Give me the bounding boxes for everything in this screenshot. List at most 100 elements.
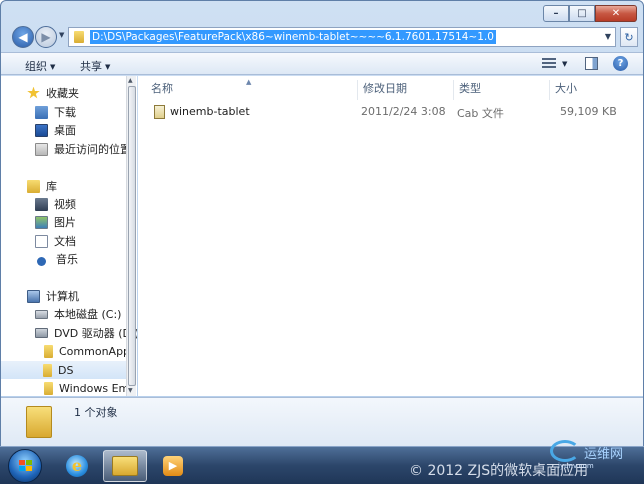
folder-icon [44,381,53,395]
taskbar-explorer[interactable] [103,450,147,482]
nav-label: 桌面 [54,124,76,137]
site-logo: 运维网 iyunv.com [548,440,640,482]
back-arrow-icon: ◀ [18,30,28,44]
help-icon[interactable]: ? [613,56,628,71]
column-size[interactable]: 大小 [550,80,618,100]
nav-item-recent[interactable]: 最近访问的位置 [35,140,131,158]
nav-label: DS [58,363,74,377]
scroll-down-icon[interactable]: ▼ [128,387,133,394]
nav-label: 视频 [54,198,76,211]
nav-item-pictures[interactable]: 图片 [35,213,76,231]
nav-label: 计算机 [46,290,79,303]
nav-computer[interactable]: 计算机 [27,287,79,305]
recent-pages-dropdown[interactable]: ▼ [59,31,64,39]
star-icon [27,86,40,99]
organize-menu[interactable]: 组织 ▼ [25,58,55,74]
folder-icon [112,456,138,476]
nav-item-drive-c[interactable]: 本地磁盘 (C:) [35,305,121,323]
share-label: 共享 [80,60,102,73]
nav-favorites[interactable]: 收藏夹 [27,84,79,102]
address-path[interactable]: D:\DS\Packages\FeaturePack\x86~winemb-ta… [90,30,496,44]
caption-buttons: – □ ✕ [543,5,637,22]
file-list-pane: ▲ 名称 修改日期 类型 大小 winemb-tablet 2011/2/24 … [138,76,643,396]
library-icon [27,179,40,193]
nav-label: 库 [46,180,57,193]
column-name[interactable]: 名称 [146,80,358,100]
nav-label: 图片 [54,216,76,229]
nav-item-download[interactable]: 下载 [35,103,76,121]
maximize-button[interactable]: □ [569,5,595,22]
nav-item-documents[interactable]: 文档 [35,232,76,250]
nav-label: 音乐 [56,253,78,266]
dvd-icon [35,328,48,338]
chevron-down-icon[interactable]: ▼ [605,32,611,41]
file-size: 59,109 KB [560,105,617,118]
preview-pane-icon[interactable] [585,57,598,70]
organize-label: 组织 [25,60,47,73]
file-modified: 2011/2/24 3:08 [361,105,446,118]
nav-label: 最近访问的位置 [54,143,131,156]
nav-label: Windows Emb [59,381,137,395]
share-menu[interactable]: 共享 ▼ [80,58,110,74]
taskbar-internet-explorer[interactable]: e [55,450,99,482]
music-icon [37,256,46,266]
logo-subtext: iyunv.com [558,462,594,470]
minimize-button[interactable]: – [543,5,569,22]
nav-item-windows-emb[interactable]: Windows Emb [44,379,136,396]
video-icon [35,197,48,211]
windows-logo-icon [19,460,32,472]
folder-icon [44,344,53,358]
nav-item-commonappl[interactable]: CommonAppl [44,342,133,360]
nav-label: 收藏夹 [46,87,79,100]
taskbar-media-player[interactable]: ▶ [151,450,195,482]
nav-item-video[interactable]: 视频 [35,195,76,213]
nav-label: 文档 [54,235,76,248]
download-icon [35,105,48,119]
picture-icon [35,215,48,229]
file-type: Cab 文件 [457,107,504,120]
file-name: winemb-tablet [170,105,250,118]
column-modified[interactable]: 修改日期 [358,80,454,100]
scroll-thumb[interactable] [128,86,136,386]
document-icon [35,234,48,248]
folder-icon [26,406,52,438]
nav-item-dvd[interactable]: DVD 驱动器 (D:) [35,324,137,342]
back-button[interactable]: ◀ [12,26,34,48]
nav-scrollbar[interactable]: ▲ ▼ [126,76,136,396]
command-bar: 组织 ▼ 共享 ▼ ▼ ? [1,52,643,75]
column-type[interactable]: 类型 [454,80,550,100]
scroll-up-icon[interactable]: ▲ [128,77,133,84]
item-count: 1 个对象 [74,406,118,419]
start-button[interactable] [8,449,42,483]
logo-ring-icon [550,440,580,462]
address-bar[interactable]: D:\DS\Packages\FeaturePack\x86~winemb-ta… [68,27,616,47]
forward-button[interactable]: ▶ [35,26,57,48]
refresh-icon: ↻ [624,30,634,44]
logo-text: 运维网 [584,447,624,462]
change-view-icon[interactable] [542,58,556,69]
column-header-row: ▲ 名称 修改日期 类型 大小 [138,78,643,100]
nav-label: 本地磁盘 (C:) [54,308,122,321]
recent-places-icon [35,142,48,156]
internet-explorer-icon: e [66,455,88,477]
nav-libraries[interactable]: 库 [27,177,57,195]
forward-arrow-icon: ▶ [41,30,51,44]
nav-item-desktop[interactable]: 桌面 [35,121,76,139]
close-button[interactable]: ✕ [595,5,637,22]
details-pane: 1 个对象 [1,397,643,446]
disk-icon [35,309,48,319]
table-row[interactable]: winemb-tablet 2011/2/24 3:08 Cab 文件 59,1… [148,103,618,121]
nav-label: CommonAppl [59,344,134,358]
nav-item-music[interactable]: 音乐 [35,250,78,268]
nav-item-ds[interactable]: DS [1,361,126,379]
chevron-down-icon[interactable]: ▼ [562,60,567,68]
refresh-button[interactable]: ↻ [620,27,638,47]
media-player-icon: ▶ [163,456,183,476]
cab-file-icon [154,105,165,119]
desktop-icon [35,123,48,137]
nav-label: DVD 驱动器 (D:) [54,327,137,340]
chevron-down-icon: ▼ [50,63,56,71]
folder-icon [74,31,84,43]
computer-icon [27,289,40,303]
folder-icon [43,363,52,377]
